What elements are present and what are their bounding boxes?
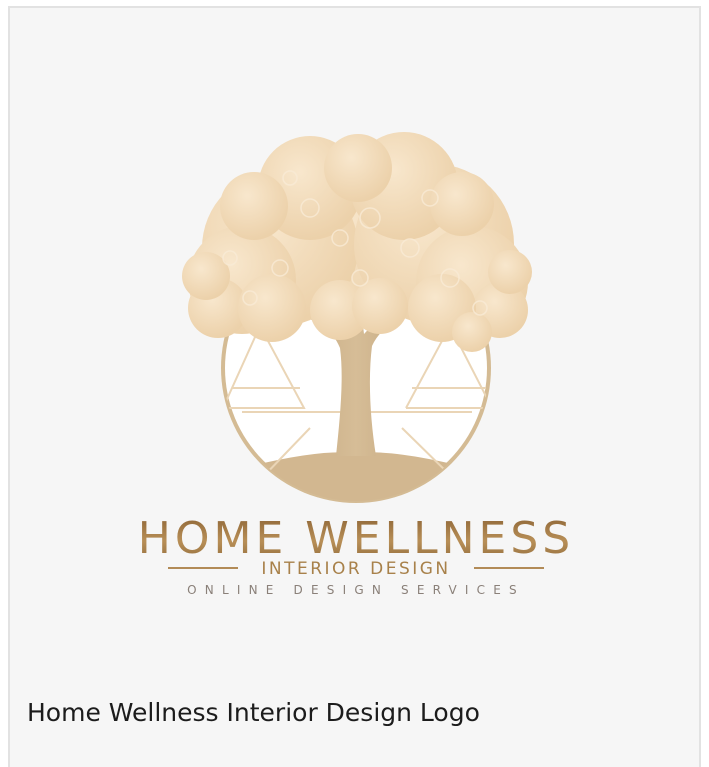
product-card[interactable]: HOME WELLNESS INTERIOR DESIGN ONLINE DES… (8, 6, 701, 767)
product-logo-image[interactable]: HOME WELLNESS INTERIOR DESIGN ONLINE DES… (10, 8, 703, 648)
product-caption[interactable]: Home Wellness Interior Design Logo (27, 698, 480, 727)
logo-brand-name: HOME WELLNESS (138, 513, 574, 564)
logo-tagline: ONLINE DESIGN SERVICES (187, 583, 525, 597)
logo-subtitle: INTERIOR DESIGN (261, 559, 450, 579)
logo-canopy (182, 132, 532, 352)
tree-in-circle-icon (182, 132, 532, 503)
logo-ground (223, 452, 489, 501)
